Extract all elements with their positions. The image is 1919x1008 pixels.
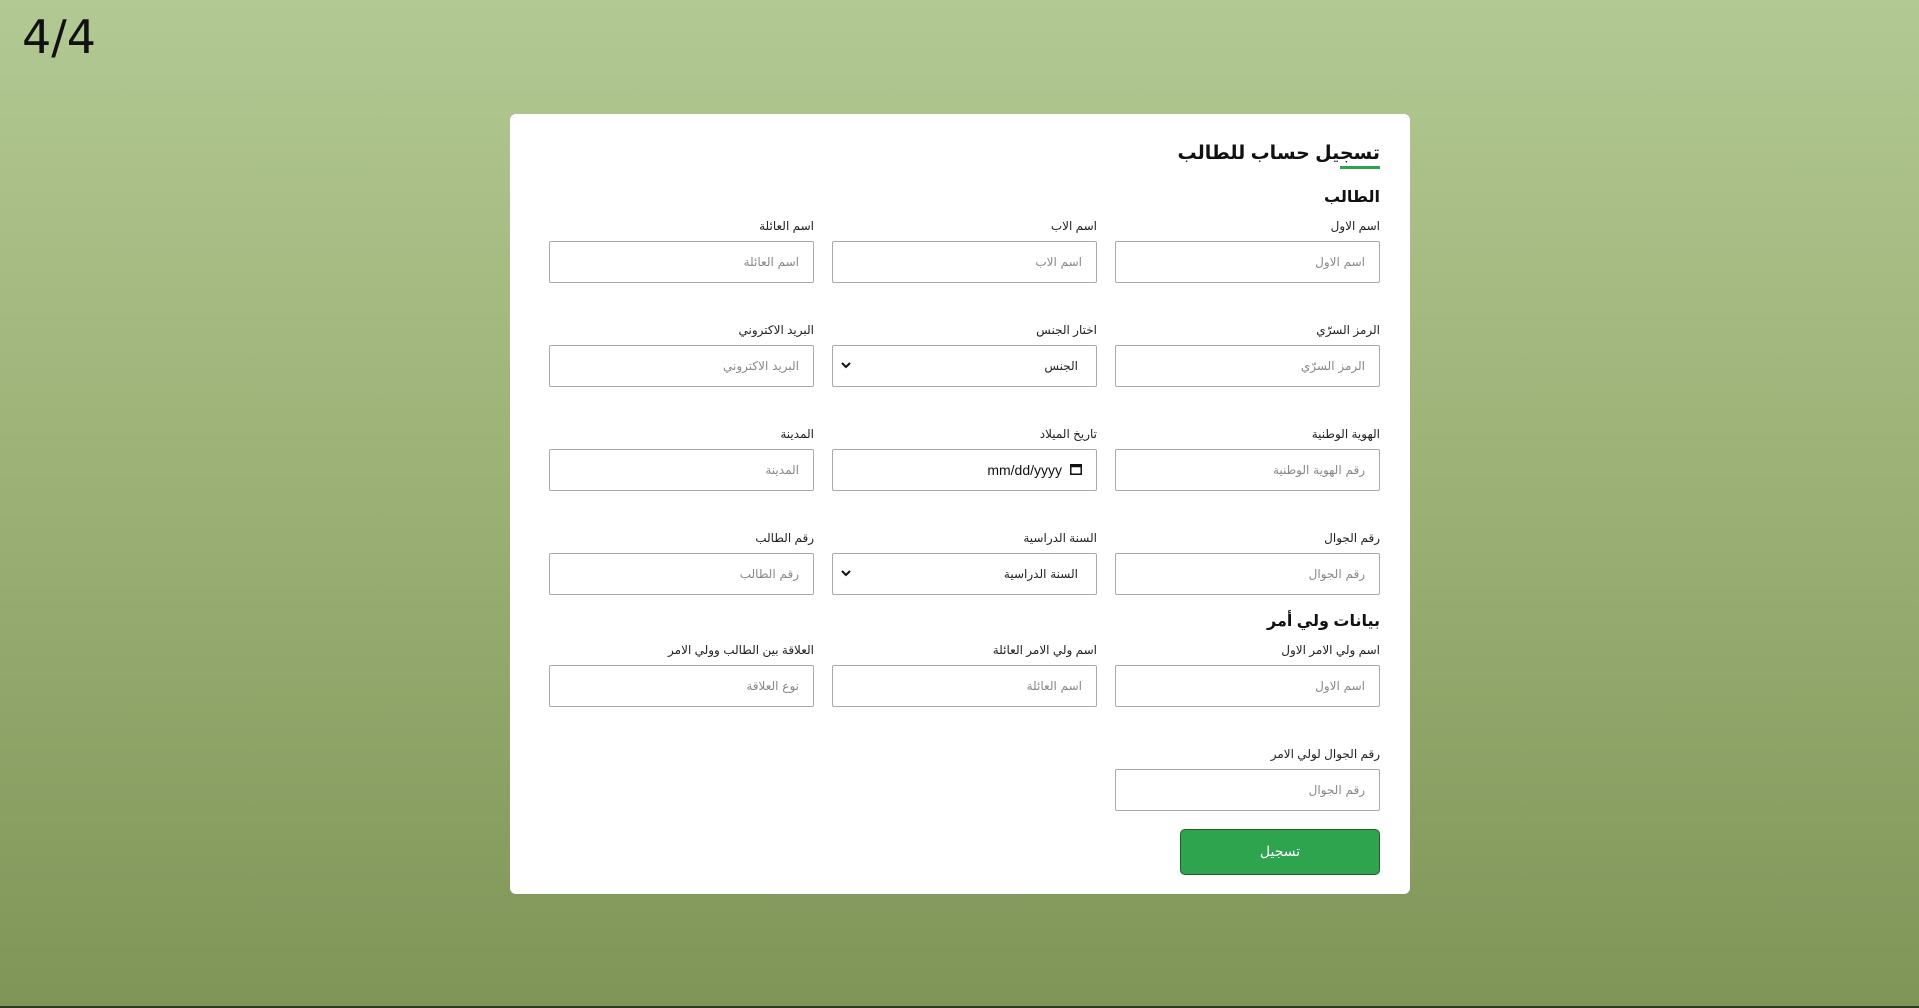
father-name-input[interactable] (832, 241, 1097, 283)
family-name-label: اسم العائلة (759, 219, 814, 233)
guardian-mobile-label: رقم الجوال لولي الامر (1270, 747, 1380, 761)
national-id-field: الهوية الوطنية (1115, 427, 1380, 491)
student-number-label: رقم الطالب (755, 531, 814, 545)
school-year-label: السنة الدراسية (1023, 531, 1097, 545)
password-input[interactable] (1115, 345, 1380, 387)
student-row-1: اسم الاول اسم الاب اسم العائلة (549, 219, 1380, 283)
school-year-field: السنة الدراسية السنة الدراسية (832, 531, 1097, 595)
email-label: البريد الاكتروني (738, 323, 814, 337)
email-input[interactable] (549, 345, 814, 387)
student-number-field: رقم الطالب (549, 531, 814, 595)
guardian-first-name-field: اسم ولي الامر الاول (1115, 643, 1380, 707)
city-label: المدينة (780, 427, 814, 441)
guardian-family-name-label: اسم ولي الامر العائلة (992, 643, 1097, 657)
first-name-label: اسم الاول (1330, 219, 1380, 233)
guardian-first-name-input[interactable] (1115, 665, 1380, 707)
register-button[interactable]: تسجيل (1180, 829, 1380, 875)
father-name-field: اسم الاب (832, 219, 1097, 283)
guardian-family-name-input[interactable] (832, 665, 1097, 707)
guardian-mobile-input[interactable] (1115, 769, 1380, 811)
father-name-label: اسم الاب (1050, 219, 1097, 233)
chevron-down-icon (841, 570, 851, 577)
family-name-input[interactable] (549, 241, 814, 283)
school-year-select[interactable]: السنة الدراسية (832, 553, 1097, 595)
guardian-section-title: بيانات ولي أمر (1266, 613, 1380, 630)
page-counter: 4/4 (22, 10, 97, 64)
calendar-icon[interactable] (1070, 463, 1082, 475)
student-row-2: الرمز السرّي اختار الجنس الجنس البريد ال… (549, 323, 1380, 387)
family-name-field: اسم العائلة (549, 219, 814, 283)
password-field: الرمز السرّي (1115, 323, 1380, 387)
registration-card: تسجيل حساب للطالب الطالب اسم الاول اسم ا… (510, 114, 1410, 894)
guardian-relation-label: العلاقة بين الطالب وولي الامر (668, 643, 814, 657)
guardian-row-2: رقم الجوال لولي الامر (549, 747, 1380, 811)
guardian-first-name-label: اسم ولي الامر الاول (1281, 643, 1380, 657)
form-title: تسجيل حساب للطالب (1178, 142, 1381, 169)
city-input[interactable] (549, 449, 814, 491)
guardian-row-1: اسم ولي الامر الاول اسم ولي الامر العائل… (549, 643, 1380, 707)
student-section-title: الطالب (1323, 189, 1380, 206)
guardian-relation-field: العلاقة بين الطالب وولي الامر (549, 643, 814, 707)
birth-date-label: تاريخ الميلاد (1039, 427, 1097, 441)
student-row-3: الهوية الوطنية تاريخ الميلاد mm/dd/yyyy … (549, 427, 1380, 491)
birth-date-input[interactable]: mm/dd/yyyy (832, 449, 1097, 491)
chevron-down-icon (841, 362, 851, 369)
first-name-input[interactable] (1115, 241, 1380, 283)
guardian-relation-input[interactable] (549, 665, 814, 707)
mobile-field: رقم الجوال (1115, 531, 1380, 595)
national-id-label: الهوية الوطنية (1311, 427, 1380, 441)
gender-label: اختار الجنس (1036, 323, 1097, 337)
birth-date-field: تاريخ الميلاد mm/dd/yyyy (832, 427, 1097, 491)
mobile-input[interactable] (1115, 553, 1380, 595)
city-field: المدينة (549, 427, 814, 491)
national-id-input[interactable] (1115, 449, 1380, 491)
gender-select[interactable]: الجنس (832, 345, 1097, 387)
birth-date-value: mm/dd/yyyy (987, 462, 1062, 478)
gender-field: اختار الجنس الجنس (832, 323, 1097, 387)
email-field: البريد الاكتروني (549, 323, 814, 387)
guardian-mobile-field: رقم الجوال لولي الامر (1115, 747, 1380, 811)
gender-selected-value: الجنس (1044, 359, 1078, 373)
student-number-input[interactable] (549, 553, 814, 595)
school-year-selected-value: السنة الدراسية (1003, 567, 1078, 581)
guardian-family-name-field: اسم ولي الامر العائلة (832, 643, 1097, 707)
student-row-4: رقم الجوال السنة الدراسية السنة الدراسية… (549, 531, 1380, 595)
mobile-label: رقم الجوال (1324, 531, 1380, 545)
password-label: الرمز السرّي (1316, 323, 1380, 337)
first-name-field: اسم الاول (1115, 219, 1380, 283)
